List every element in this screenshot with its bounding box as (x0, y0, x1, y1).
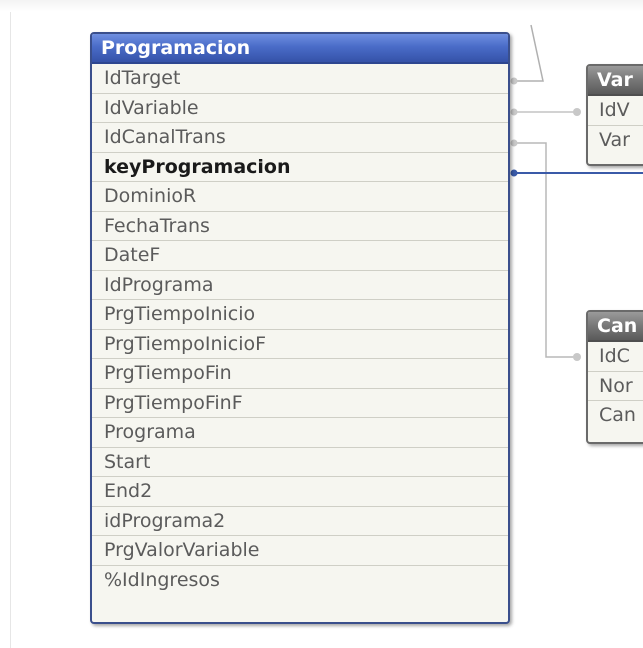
link-dot-keyprogramacion (510, 169, 518, 177)
table-viewer-canvas: Programacion IdTarget IdVariable IdCanalTr… (0, 0, 643, 648)
link-dot-idtarget (510, 77, 518, 85)
table-title[interactable]: Var (588, 66, 643, 96)
field-list: IdV Var (588, 96, 643, 155)
table-title[interactable]: Can (588, 312, 643, 342)
field-end2[interactable]: End2 (92, 477, 508, 507)
link-dot-idvariable-left (510, 108, 518, 116)
field-idcanaltrans[interactable]: IdCanalTrans (92, 123, 508, 153)
link-idtarget (512, 24, 544, 82)
field-idingresos[interactable]: %IdIngresos (92, 566, 508, 596)
field-fechatrans[interactable]: FechaTrans (92, 212, 508, 241)
field-prgtiempoiniciof[interactable]: PrgTiempoInicioF (92, 330, 508, 359)
field-idtarget[interactable]: IdTarget (92, 64, 508, 94)
field-keyprogramacion[interactable]: keyProgramacion (92, 153, 508, 182)
field-programa[interactable]: Programa (92, 418, 508, 448)
field-prgtiempofinf[interactable]: PrgTiempoFinF (92, 389, 508, 418)
field-prgtiempofin[interactable]: PrgTiempoFin (92, 359, 508, 389)
field-idprograma[interactable]: IdPrograma (92, 271, 508, 300)
field-dominior[interactable]: DominioR (92, 182, 508, 212)
link-dot-idcanaltrans-left (510, 139, 518, 147)
field-idvariable[interactable]: IdVariable (92, 94, 508, 123)
table-title[interactable]: Programacion (92, 34, 508, 64)
field-idprograma2[interactable]: idPrograma2 (92, 507, 508, 536)
field-prgvalorvariable[interactable]: PrgValorVariable (92, 536, 508, 566)
link-dot-idvariable-right (573, 108, 581, 116)
field-idv[interactable]: IdV (588, 96, 643, 126)
link-dot-idcanaltrans-right (573, 353, 581, 361)
link-idcanaltrans (512, 142, 577, 358)
field-list: IdTarget IdVariable IdCanalTrans keyProgram… (92, 64, 508, 595)
field-prgtiempoinicio[interactable]: PrgTiempoInicio (92, 300, 508, 330)
field-var[interactable]: Var (588, 126, 643, 156)
table-canal[interactable]: Can IdC Nor Can (586, 310, 643, 444)
table-variable[interactable]: Var IdV Var (586, 64, 643, 166)
field-nor[interactable]: Nor (588, 372, 643, 401)
field-list: IdC Nor Can (588, 342, 643, 431)
field-can[interactable]: Can (588, 401, 643, 431)
table-programacion[interactable]: Programacion IdTarget IdVariable IdCanalTr… (90, 32, 510, 624)
field-start[interactable]: Start (92, 448, 508, 477)
field-datef[interactable]: DateF (92, 241, 508, 271)
field-idc[interactable]: IdC (588, 342, 643, 372)
